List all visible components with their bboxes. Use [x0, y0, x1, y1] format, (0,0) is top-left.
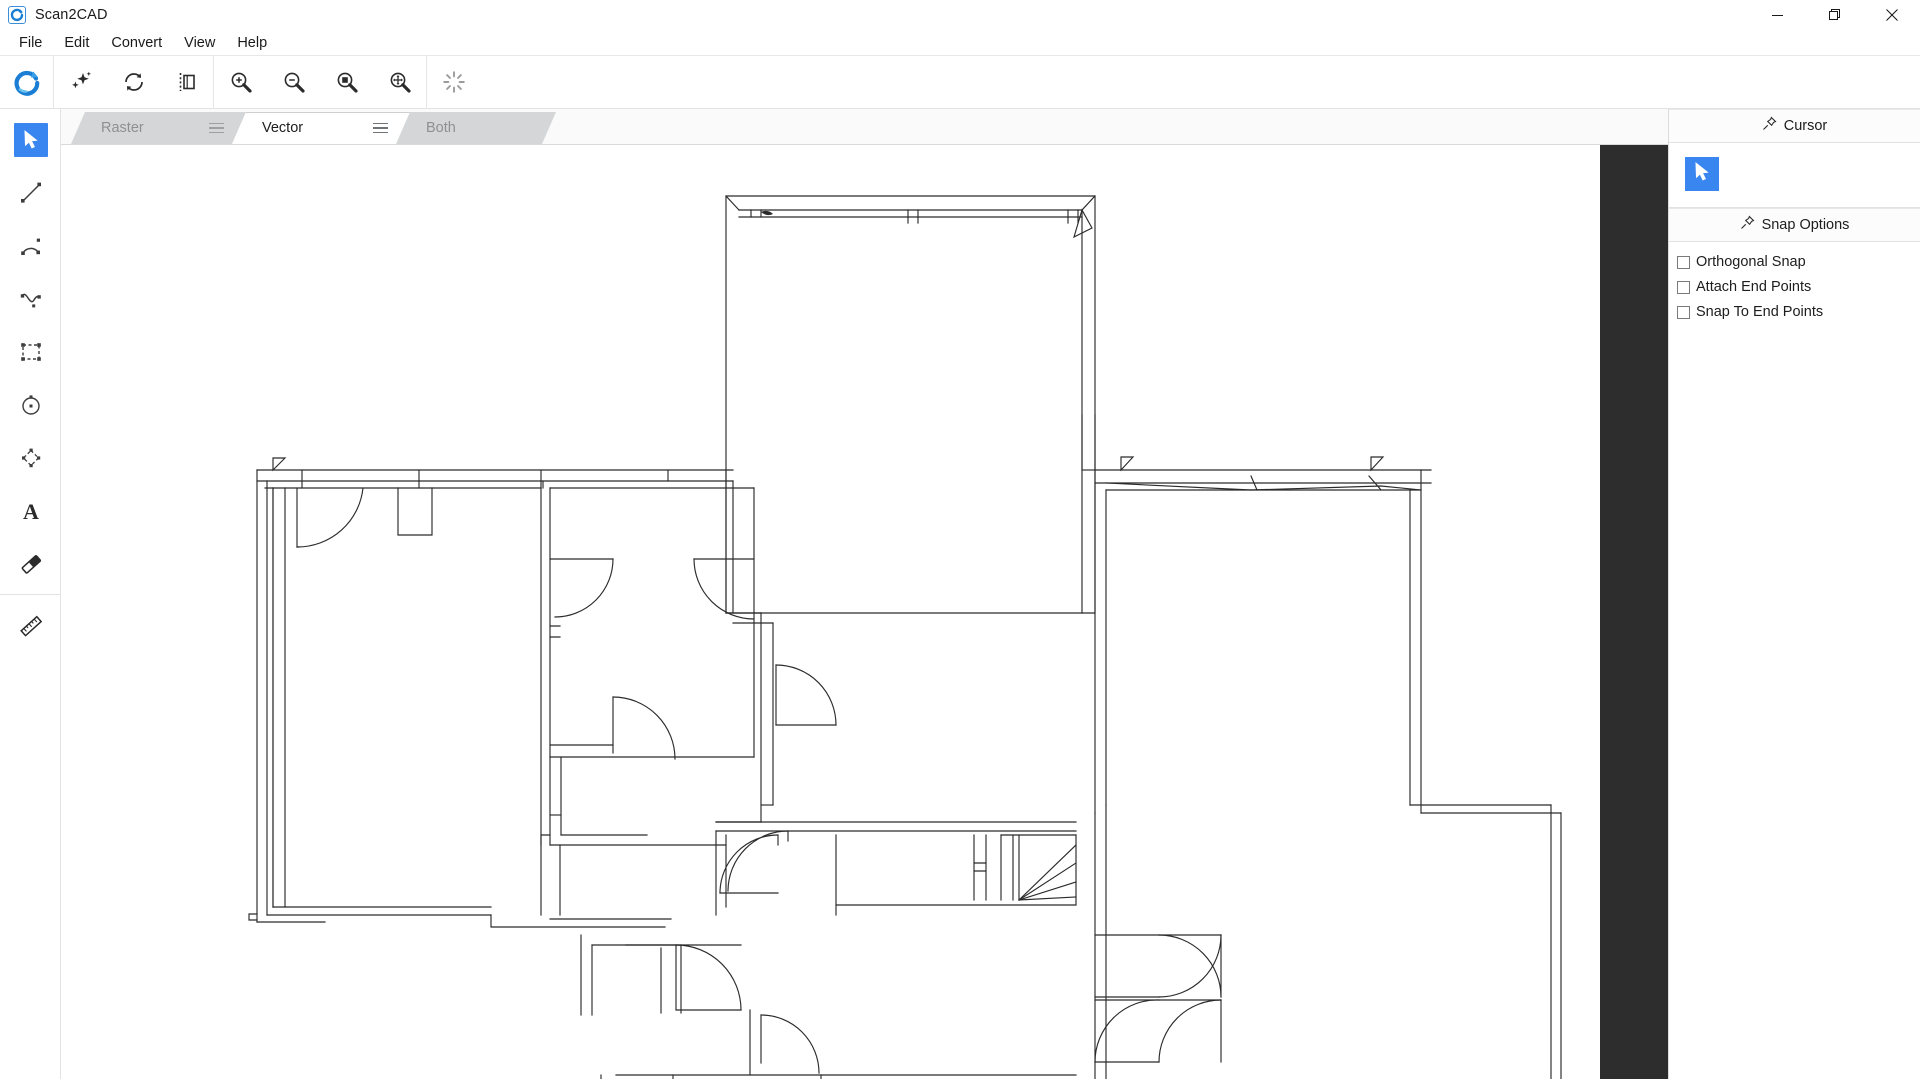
loading-spinner-icon [441, 69, 467, 95]
measure-tool[interactable] [0, 599, 61, 652]
eraser-icon [14, 547, 48, 581]
app-title: Scan2CAD [35, 7, 108, 23]
snap-option-orthogonal-snap[interactable]: Orthogonal Snap [1677, 254, 1920, 270]
attach-end-points-checkbox[interactable] [1677, 280, 1690, 294]
left-tool-rail: A [0, 109, 61, 1079]
view-tab-strip: Raster Vector Both [61, 109, 1668, 145]
logo-button[interactable] [0, 56, 53, 109]
canvas-dark-band [1600, 145, 1668, 1079]
progress-spinner [427, 56, 480, 109]
attach-end-points-label: Attach End Points [1696, 279, 1812, 295]
snap-section-header: Snap Options [1669, 208, 1920, 242]
select-tool[interactable] [0, 113, 61, 166]
clean-image-button[interactable] [54, 56, 107, 109]
zoom-out-icon [281, 69, 307, 95]
pin-icon[interactable] [1762, 116, 1777, 136]
toolbar-group-app [0, 56, 53, 108]
line-icon [14, 176, 48, 210]
toolbar-group-zoom [214, 56, 426, 108]
spline-tool[interactable] [0, 272, 61, 325]
right-properties-panel: Cursor Snap Options Orthogonal Snap Atta… [1669, 109, 1920, 1079]
main-toolbar [0, 55, 1920, 109]
snap-to-end-points-checkbox[interactable] [1677, 305, 1690, 319]
menu-bar: File Edit Convert View Help [0, 30, 1920, 56]
rail-divider [0, 594, 60, 595]
zoom-in-icon [228, 69, 254, 95]
window-controls [1749, 0, 1920, 30]
rotate-button[interactable] [107, 56, 160, 109]
rectangle-tool[interactable] [0, 325, 61, 378]
zoom-extents-icon [387, 69, 413, 95]
scan2cad-refresh-logo-icon [12, 67, 42, 97]
menu-item-file[interactable]: File [8, 33, 53, 53]
cursor-arrow-icon [1691, 161, 1713, 188]
app-body: A Raster Vector Both Cursor Snap Options… [0, 109, 1920, 1079]
snap-option-attach-end-points[interactable]: Attach End Points [1677, 279, 1920, 295]
close-button[interactable] [1863, 0, 1920, 30]
tab-both-label: Both [426, 120, 456, 136]
snap-options-list: Orthogonal Snap Attach End Points Snap T… [1669, 242, 1920, 330]
menu-item-convert[interactable]: Convert [100, 33, 173, 53]
zoom-selection-button[interactable] [320, 56, 373, 109]
tab-raster-menu-icon[interactable] [209, 122, 224, 134]
zoom-extents-button[interactable] [373, 56, 426, 109]
crop-button[interactable] [160, 56, 213, 109]
tab-raster[interactable]: Raster [71, 112, 246, 144]
menu-item-help[interactable]: Help [226, 33, 278, 53]
eraser-tool[interactable] [0, 537, 61, 590]
sparkle-clean-icon [68, 69, 94, 95]
ruler-icon [14, 609, 48, 643]
title-bar: Scan2CAD [0, 0, 1920, 30]
tab-both[interactable]: Both [396, 112, 556, 144]
tab-raster-label: Raster [101, 120, 144, 136]
vector-canvas[interactable] [61, 145, 1668, 1079]
polygon-icon [14, 441, 48, 475]
center-column: Raster Vector Both [61, 109, 1669, 1079]
scan2cad-logo-icon [8, 6, 26, 24]
zoom-out-button[interactable] [267, 56, 320, 109]
tab-vector-menu-icon[interactable] [373, 122, 388, 134]
menu-item-view[interactable]: View [173, 33, 226, 53]
snap-section-title: Snap Options [1761, 217, 1850, 233]
pin-icon[interactable] [1740, 215, 1755, 235]
floor-plan-drawing [248, 195, 1562, 1079]
spline-icon [14, 282, 48, 316]
cursor-arrow-icon [13, 122, 48, 157]
toolbar-group-image [54, 56, 213, 108]
cursor-tool-button[interactable] [1685, 157, 1719, 191]
crop-icon [174, 69, 200, 95]
snap-option-snap-to-end-points[interactable]: Snap To End Points [1677, 304, 1920, 320]
toolbar-group-status [427, 56, 480, 108]
tab-vector[interactable]: Vector [232, 112, 410, 144]
snap-to-end-points-label: Snap To End Points [1696, 304, 1824, 320]
svg-text:A: A [23, 499, 39, 524]
cursor-section-title: Cursor [1783, 118, 1828, 134]
rotate-icon [121, 69, 147, 95]
menu-item-edit[interactable]: Edit [53, 33, 100, 53]
polygon-tool[interactable] [0, 431, 61, 484]
cursor-section-body [1669, 143, 1920, 208]
orthogonal-snap-checkbox[interactable] [1677, 255, 1690, 269]
zoom-in-button[interactable] [214, 56, 267, 109]
circle-icon [14, 388, 48, 422]
restore-button[interactable] [1806, 0, 1863, 30]
text-tool[interactable]: A [0, 484, 61, 537]
cursor-section-header: Cursor [1669, 109, 1920, 143]
text-a-icon: A [14, 494, 48, 528]
arc-icon [14, 229, 48, 263]
tab-vector-label: Vector [262, 120, 304, 136]
arc-tool[interactable] [0, 219, 61, 272]
rectangle-icon [14, 335, 48, 369]
minimize-button[interactable] [1749, 0, 1806, 30]
circle-tool[interactable] [0, 378, 61, 431]
line-tool[interactable] [0, 166, 61, 219]
orthogonal-snap-label: Orthogonal Snap [1696, 254, 1806, 270]
zoom-selection-icon [334, 69, 360, 95]
